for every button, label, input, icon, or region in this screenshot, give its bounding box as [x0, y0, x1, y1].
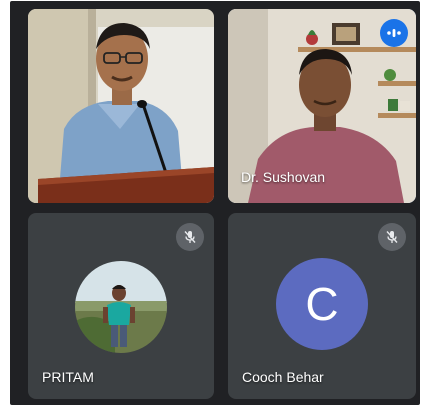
participant-video — [28, 9, 214, 203]
avatar — [75, 261, 167, 353]
audio-levels-icon — [380, 19, 408, 47]
participant-tile-cooch-behar[interactable]: C Cooch Behar — [228, 213, 416, 399]
participant-tile-presenter[interactable] — [28, 9, 214, 203]
participant-tile-dr-sushovan[interactable]: Dr. Sushovan — [228, 9, 416, 203]
mic-off-icon — [176, 223, 204, 251]
participant-name: Dr. Sushovan — [241, 169, 326, 185]
participant-name: Cooch Behar — [242, 369, 324, 385]
meeting-grid: Dr. Sushovan PRITAM C Cooch Behar — [10, 1, 420, 405]
participant-name: PRITAM — [42, 369, 94, 385]
avatar-initial: C — [276, 258, 368, 350]
mic-off-icon — [378, 223, 406, 251]
avatar-letter: C — [305, 278, 339, 330]
participant-tile-pritam[interactable]: PRITAM — [28, 213, 214, 399]
